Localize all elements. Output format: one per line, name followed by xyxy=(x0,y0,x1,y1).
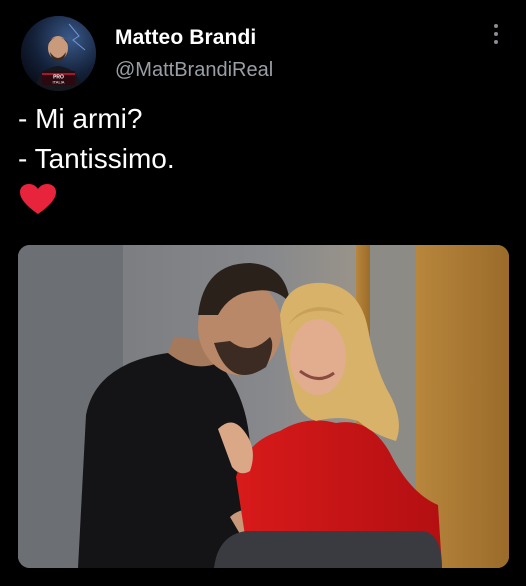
author-handle[interactable]: @MattBrandiReal xyxy=(115,59,273,82)
vertical-ellipsis-icon[interactable] xyxy=(488,24,504,50)
red-heart-icon xyxy=(20,184,56,214)
svg-text:ITALIA: ITALIA xyxy=(53,80,65,85)
author-avatar[interactable]: PRO ITALIA xyxy=(21,16,96,91)
tweet-card[interactable]: PRO ITALIA Matteo Brandi @MattBrandiReal… xyxy=(0,0,526,586)
photo-two-people-embracing xyxy=(18,245,509,568)
tweet-photo[interactable] xyxy=(18,245,509,568)
tweet-line-1: - Mi armi? xyxy=(18,103,143,134)
author-name[interactable]: Matteo Brandi xyxy=(115,26,256,50)
tweet-line-2: - Tantissimo. xyxy=(18,143,175,174)
avatar-image: PRO ITALIA xyxy=(21,16,96,91)
tweet-text: - Mi armi? - Tantissimo. xyxy=(18,99,175,179)
